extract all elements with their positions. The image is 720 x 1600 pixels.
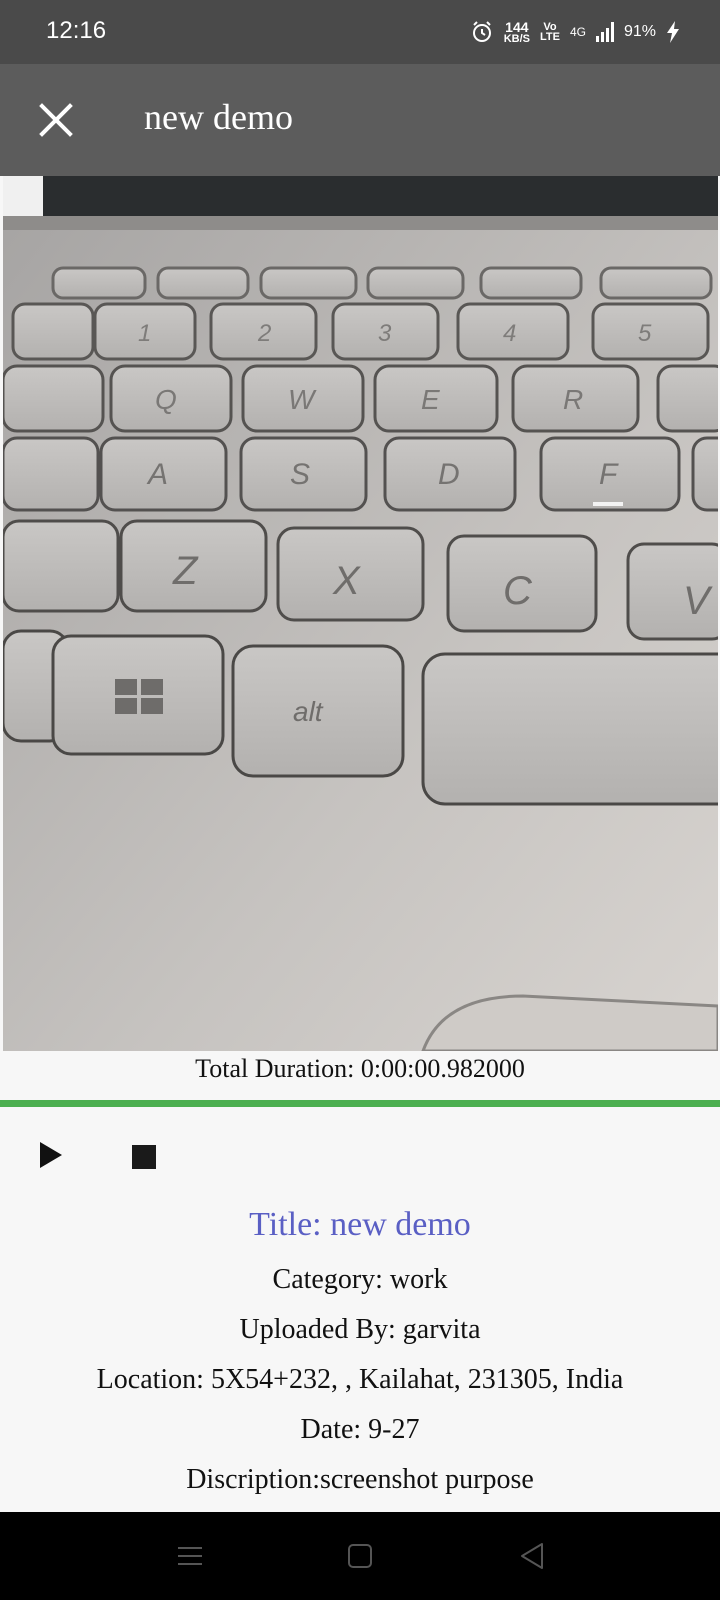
svg-text:A: A bbox=[146, 458, 168, 491]
progress-fill bbox=[0, 1100, 720, 1107]
home-icon[interactable] bbox=[344, 1540, 376, 1572]
battery-level: 91% bbox=[623, 23, 656, 40]
video-title: Title: new demo bbox=[249, 1206, 471, 1243]
svg-text:W: W bbox=[288, 384, 317, 415]
svg-text:3: 3 bbox=[378, 320, 392, 347]
charging-icon bbox=[667, 21, 679, 43]
svg-text:5: 5 bbox=[638, 320, 652, 347]
video-category: Category: work bbox=[272, 1264, 448, 1295]
svg-text:4: 4 bbox=[503, 320, 516, 347]
total-duration: Total Duration: 0:00:00.982000 bbox=[195, 1054, 525, 1083]
svg-text:D: D bbox=[438, 458, 460, 491]
status-bar: 12:16 144 KB/S Vo LTE 4G 91% bbox=[0, 0, 720, 64]
system-nav-bar bbox=[0, 1512, 720, 1600]
svg-text:2: 2 bbox=[257, 320, 271, 347]
svg-text:alt: alt bbox=[293, 696, 324, 727]
play-icon[interactable] bbox=[36, 1140, 66, 1170]
video-date: Date: 9-27 bbox=[300, 1414, 420, 1445]
svg-text:X: X bbox=[332, 559, 361, 603]
svg-text:1: 1 bbox=[138, 320, 151, 347]
svg-text:E: E bbox=[421, 384, 440, 415]
menu-icon[interactable] bbox=[174, 1540, 206, 1572]
net-speed: 144 KB/S bbox=[503, 19, 530, 45]
page-title: new demo bbox=[144, 97, 293, 137]
video-frame: 1 2 3 4 5 Q W E R A S D F Z X C V alt bbox=[3, 176, 718, 1051]
alarm-icon bbox=[472, 21, 491, 42]
volte-indicator: Vo LTE bbox=[539, 21, 560, 43]
close-icon[interactable] bbox=[36, 100, 76, 140]
signal-icon bbox=[595, 22, 614, 42]
video-uploader: Uploaded By: garvita bbox=[239, 1314, 481, 1345]
status-icons: 144 KB/S Vo LTE 4G 91% bbox=[470, 16, 680, 48]
svg-text:S: S bbox=[290, 458, 310, 491]
svg-text:Q: Q bbox=[155, 384, 177, 415]
playback-progress-bar[interactable] bbox=[0, 1100, 720, 1107]
svg-text:Z: Z bbox=[172, 549, 199, 593]
video-location: Location: 5X54+232, , Kailahat, 231305, … bbox=[96, 1364, 624, 1395]
back-icon[interactable] bbox=[516, 1540, 548, 1572]
video-player[interactable]: 1 2 3 4 5 Q W E R A S D F Z X C V alt bbox=[3, 176, 718, 1051]
network-type: 4G bbox=[569, 25, 586, 39]
svg-text:V: V bbox=[683, 579, 713, 623]
stop-icon[interactable] bbox=[132, 1145, 156, 1169]
svg-text:C: C bbox=[503, 569, 533, 613]
app-bar: new demo bbox=[0, 64, 720, 176]
video-description: Discription:screenshot purpose bbox=[186, 1464, 534, 1495]
status-time: 12:16 bbox=[46, 17, 107, 44]
svg-text:F: F bbox=[599, 458, 619, 491]
svg-text:R: R bbox=[563, 384, 583, 415]
